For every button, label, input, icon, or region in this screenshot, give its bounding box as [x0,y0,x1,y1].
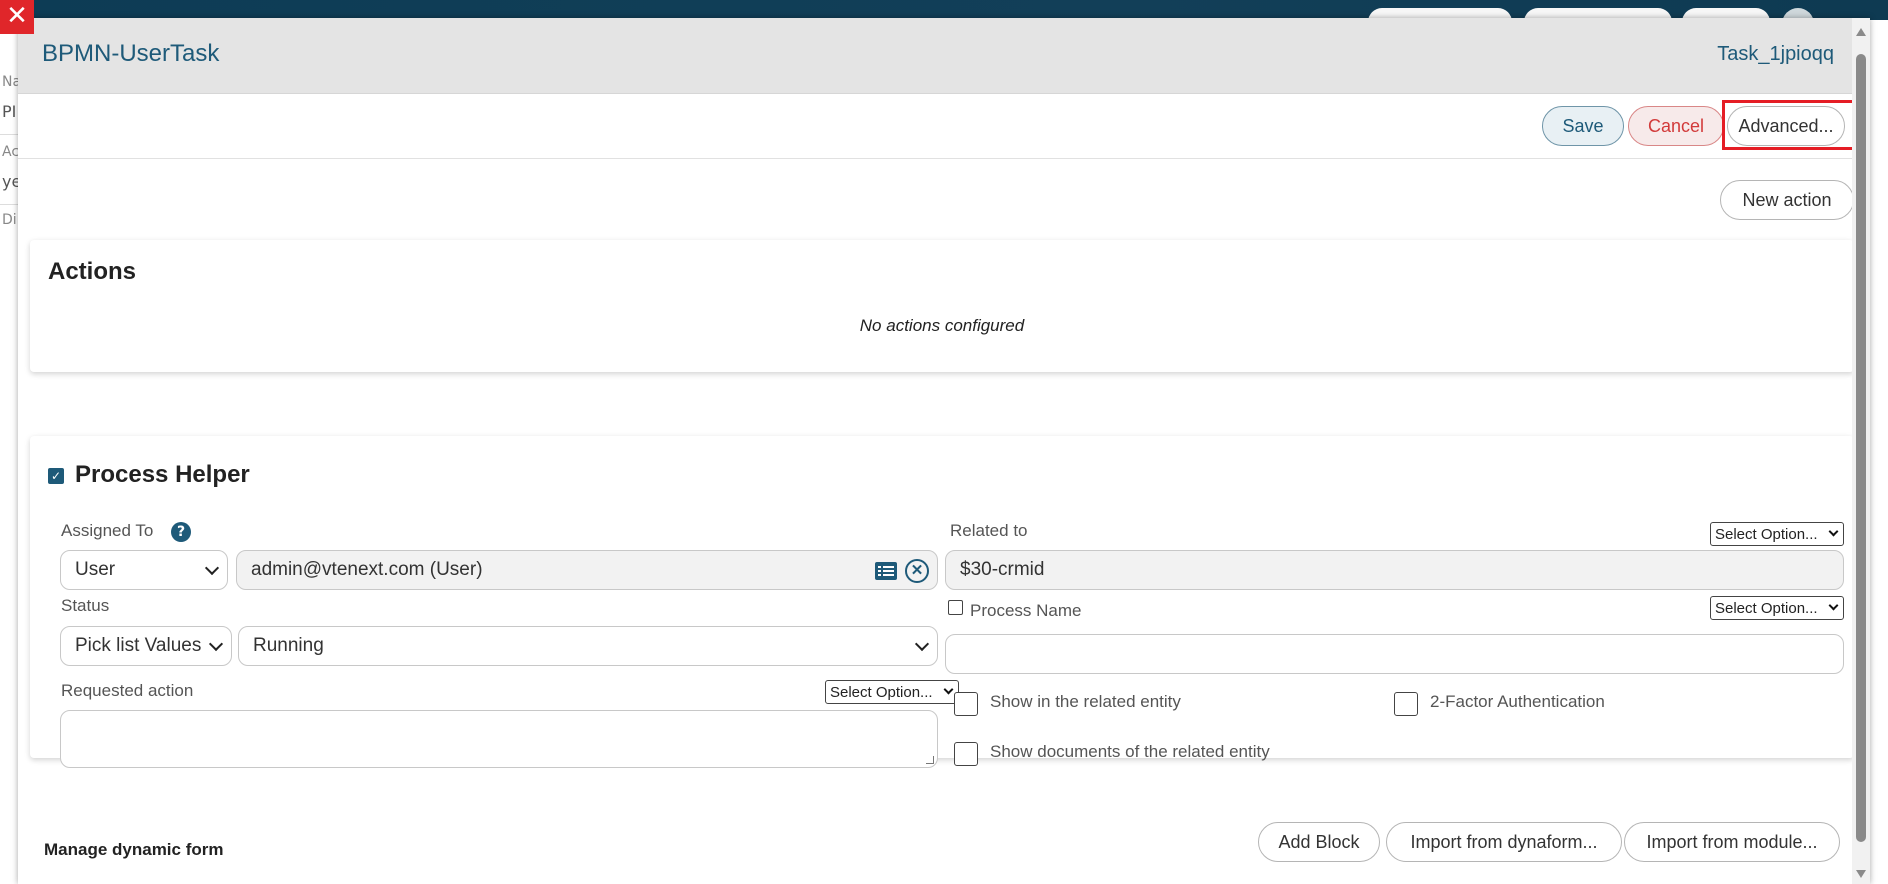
scrollbar[interactable] [1852,18,1870,884]
background-value: PI [2,102,17,121]
select-option-label: Select Option... [1715,525,1818,543]
process-helper-card: ✓ Process Helper Assigned To ? User admi… [30,436,1854,768]
new-action-button[interactable]: New action [1720,180,1854,220]
dialog-title: BPMN-UserTask [42,40,220,67]
add-block-button[interactable]: Add Block [1258,822,1380,862]
related-to-value: $30-crmid [960,559,1045,580]
assigned-user-field[interactable]: admin@vtenext.com (User) ✕ [236,550,938,590]
show-related-entity-label: Show in the related entity [990,692,1181,711]
requested-action-select[interactable]: Select Option... [825,680,959,704]
two-factor-label: 2-Factor Authentication [1430,692,1605,711]
two-factor-checkbox[interactable] [1394,692,1418,716]
dialog-toolbar: Save Cancel Advanced... [18,94,1862,159]
assigned-type-select[interactable]: User [60,550,228,590]
show-related-entity-checkbox[interactable] [954,692,978,716]
chevron-down-icon [1828,600,1839,611]
chevron-down-icon [914,636,930,652]
background-label: Na [2,74,18,90]
close-icon[interactable]: ✕ [0,0,34,34]
resize-handle[interactable] [926,756,934,764]
actions-title: Actions [48,258,137,285]
chevron-down-icon [1828,526,1839,537]
import-from-module-button[interactable]: Import from module... [1624,822,1840,862]
status-source-value: Pick list Values [75,635,202,656]
select-option-label: Select Option... [830,683,933,701]
advanced-button[interactable]: Advanced... [1727,106,1845,146]
process-helper-title: Process Helper [75,461,250,488]
empty-actions-text: No actions configured [859,316,1025,335]
status-label: Status [61,596,110,615]
list-icon[interactable] [875,561,897,587]
background-left-strip: Na PI Ac ye Di [0,20,18,884]
chevron-down-icon [943,684,954,695]
background-value: ye [2,172,18,191]
background-label: Di [2,212,17,228]
scroll-down-icon[interactable] [1856,870,1866,878]
save-button[interactable]: Save [1542,106,1624,146]
dialog-header: BPMN-UserTask Task_1jpioqq [18,18,1870,94]
bpmn-usertask-dialog: BPMN-UserTask Task_1jpioqq Save Cancel A… [18,18,1870,884]
help-icon[interactable]: ? [171,522,191,542]
cancel-button[interactable]: Cancel [1628,106,1724,146]
actions-card: Actions No actions configured [30,240,1854,372]
chevron-down-icon [208,636,224,652]
manage-dynamic-form-title: Manage dynamic form [44,840,224,859]
related-to-select[interactable]: Select Option... [1710,522,1844,546]
divider [0,134,18,135]
assigned-type-value: User [75,559,116,580]
task-id: Task_1jpioqq [1717,43,1834,65]
import-from-dynaform-button[interactable]: Import from dynaform... [1386,822,1622,862]
background-label: Ac [2,144,18,160]
chevron-down-icon [204,560,220,576]
process-name-label: Process Name [970,601,1082,620]
process-name-input[interactable] [945,634,1844,674]
assigned-to-label: Assigned To [61,521,154,540]
process-name-checkbox[interactable] [948,600,963,615]
show-documents-checkbox[interactable] [954,742,978,766]
scroll-up-icon[interactable] [1856,28,1866,36]
clear-icon[interactable]: ✕ [905,559,929,583]
divider [0,204,18,205]
process-name-select[interactable]: Select Option... [1710,596,1844,620]
related-to-field[interactable]: $30-crmid [945,550,1844,590]
status-source-select[interactable]: Pick list Values [60,626,232,666]
related-to-label: Related to [950,521,1028,540]
requested-action-textarea[interactable] [60,710,938,768]
status-select[interactable]: Running [238,626,938,666]
scrollbar-thumb[interactable] [1856,54,1866,842]
show-documents-label: Show documents of the related entity [990,742,1270,761]
process-helper-checkbox[interactable]: ✓ [48,468,64,484]
assigned-user-value: admin@vtenext.com (User) [251,559,483,580]
select-option-label: Select Option... [1715,599,1818,617]
status-value: Running [253,635,324,656]
requested-action-label: Requested action [61,681,194,700]
